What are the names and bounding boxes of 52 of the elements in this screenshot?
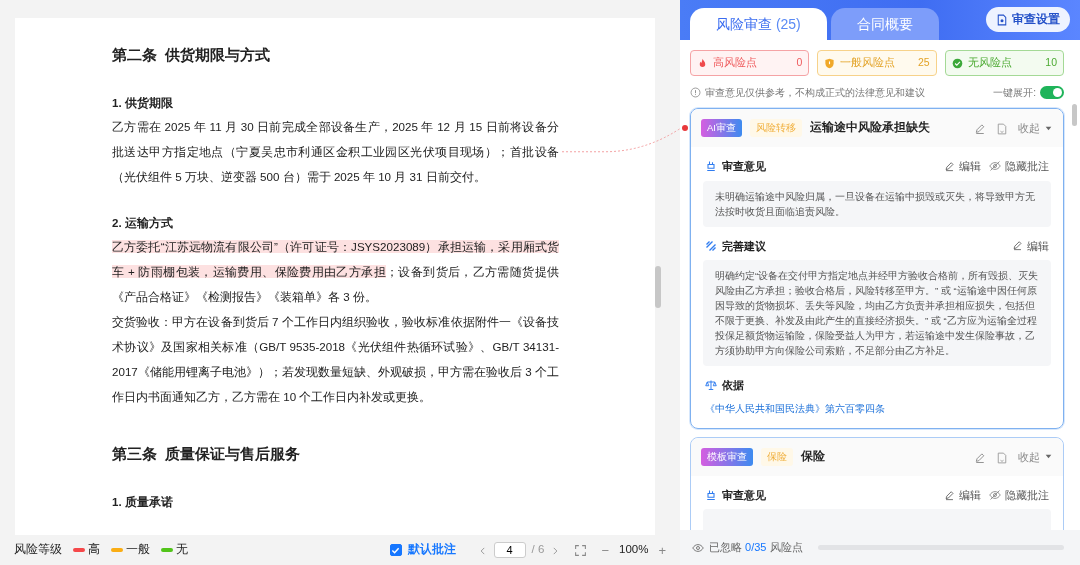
- legend-label: 高: [88, 542, 100, 558]
- category-tag: 风险转移: [750, 118, 802, 138]
- expand-all-label: 一键展开:: [993, 86, 1036, 100]
- clause-heading: 2. 运输方式: [112, 215, 174, 231]
- risk-count-card[interactable]: 高风险点 0: [690, 50, 810, 76]
- edit-button[interactable]: 编辑: [1012, 240, 1049, 252]
- section-heading: 第二条 供货期限与方式: [112, 45, 272, 65]
- zoom-out-button[interactable]: −: [601, 543, 609, 557]
- collapse-button[interactable]: 收起: [1018, 451, 1053, 462]
- risk-count: 10: [1045, 55, 1057, 71]
- paragraph: 乙方需在 2025 年 11 月 30 日前完成全部设备生产，2025 年 12 月 15 日前将设备分批送达甲方指定地点（宁夏吴忠市利通区金积工业园区光伏项目现场）；首批设备（光伏组件 5 万块、逆变器 500 台）需于 2025 年 10 月 31 日前交付。: [112, 118, 559, 185]
- ignored-count-text: 已忽略 0/35 风险点: [709, 540, 803, 556]
- law-link[interactable]: 《中华人民共和国民法典》第六百零四条: [691, 399, 1063, 428]
- risk-count-card[interactable]: 无风险点 10: [944, 50, 1064, 76]
- section-title: 审查意见: [722, 159, 766, 174]
- disclaimer-text: 审查意见仅供参考，不构成正式的法律意见和建议: [705, 86, 925, 100]
- clause-heading: 1. 供货期限: [112, 95, 174, 111]
- section-title: 审查意见: [722, 487, 766, 503]
- section-title: 依据: [722, 378, 744, 393]
- comment-text: 明确约定“设备在交付甲方指定地点并经甲方验收合格前，所有毁损、灭失风险由乙方承担；验收合格后，风险转移至甲方。” 或 “运输途中因任何原因导致的货物损坏、丢失等风险，均由乙方负责并承担相应损失，包括但不限于更换、补发及由此产生的直接经济损失。” 或 “乙方应为运输全过程投保足额货物运输险，保险受益人为甲方，若运输途中发生保险事故，乙方须协助甲方向保险公司索赔，不足部分由乙方补足。: [703, 260, 1051, 366]
- tab[interactable]: 风险审查 (25): [690, 8, 827, 40]
- hide-annotation-button[interactable]: 隐藏批注: [989, 489, 1049, 501]
- category-tag: 保险: [761, 447, 793, 466]
- edit-button[interactable]: 编辑: [944, 489, 981, 501]
- comment-text: 未明确运输途中风险归属，一旦设备在运输中损毁或灭失，将导致甲方无法按时收货且面临追责风险。: [703, 180, 1051, 227]
- paragraph: 乙方委托“江苏远物流有限公司”（许可证号：JSYS2023089）承担运输，采用厢式货车 + 防雨棚包装，运输费用、保险费用由乙方承担；设备到货后，乙方需随货提供《产品合格证》《检测报告》《装箱单》各 3 份。: [112, 239, 559, 305]
- risk-title: 保险: [801, 449, 825, 465]
- edit-button[interactable]: 编辑: [944, 160, 981, 172]
- paragraph: 交货验收：甲方在设备到货后 7 个工作日内组织验收，验收标准依据附件一《设备技术协议》及国家相关标准（GB/T 9535-2018《光伏组件热循环试验》、GB/T 34131-2017《储能用锂离子电池》）；若发现数量短缺、外观破损，甲方需在验收后 3 个工作日内书面通知乙方，乙方需在 10 个工作日内补发或更换。: [112, 314, 559, 405]
- risk-label: 一般风险点: [840, 55, 896, 71]
- page-input[interactable]: 4: [493, 542, 526, 558]
- collapse-button[interactable]: 收起: [1018, 122, 1053, 134]
- risk-title: 运输途中风险承担缺失: [810, 120, 930, 136]
- risk-label: 无风险点: [967, 55, 1012, 71]
- hide-annotation-button[interactable]: 隐藏批注: [989, 160, 1049, 173]
- legend-label: 无: [176, 542, 188, 558]
- risk-count: 0: [796, 55, 803, 71]
- clause-heading: 1. 质量承诺: [112, 494, 174, 510]
- source-tag: 模板审查: [701, 447, 753, 466]
- legend-label: 一般: [126, 542, 150, 558]
- section-heading: 第三条 质量保证与售后服务: [112, 444, 302, 464]
- page-total: / 6: [531, 542, 545, 558]
- legend-title: 风险等级: [14, 542, 62, 558]
- settings-button[interactable]: 审查设置: [986, 7, 1070, 32]
- risk-label: 高风险点: [713, 55, 757, 71]
- section-title: 完善建议: [722, 238, 766, 254]
- risk-count: 25: [917, 55, 930, 71]
- checkbox-label[interactable]: 默认批注: [407, 541, 456, 559]
- zoom-level: 100%: [619, 542, 649, 558]
- tab[interactable]: 合同概要: [830, 8, 939, 40]
- zoom-in-button[interactable]: +: [658, 543, 666, 557]
- source-tag: AI审查: [701, 118, 742, 138]
